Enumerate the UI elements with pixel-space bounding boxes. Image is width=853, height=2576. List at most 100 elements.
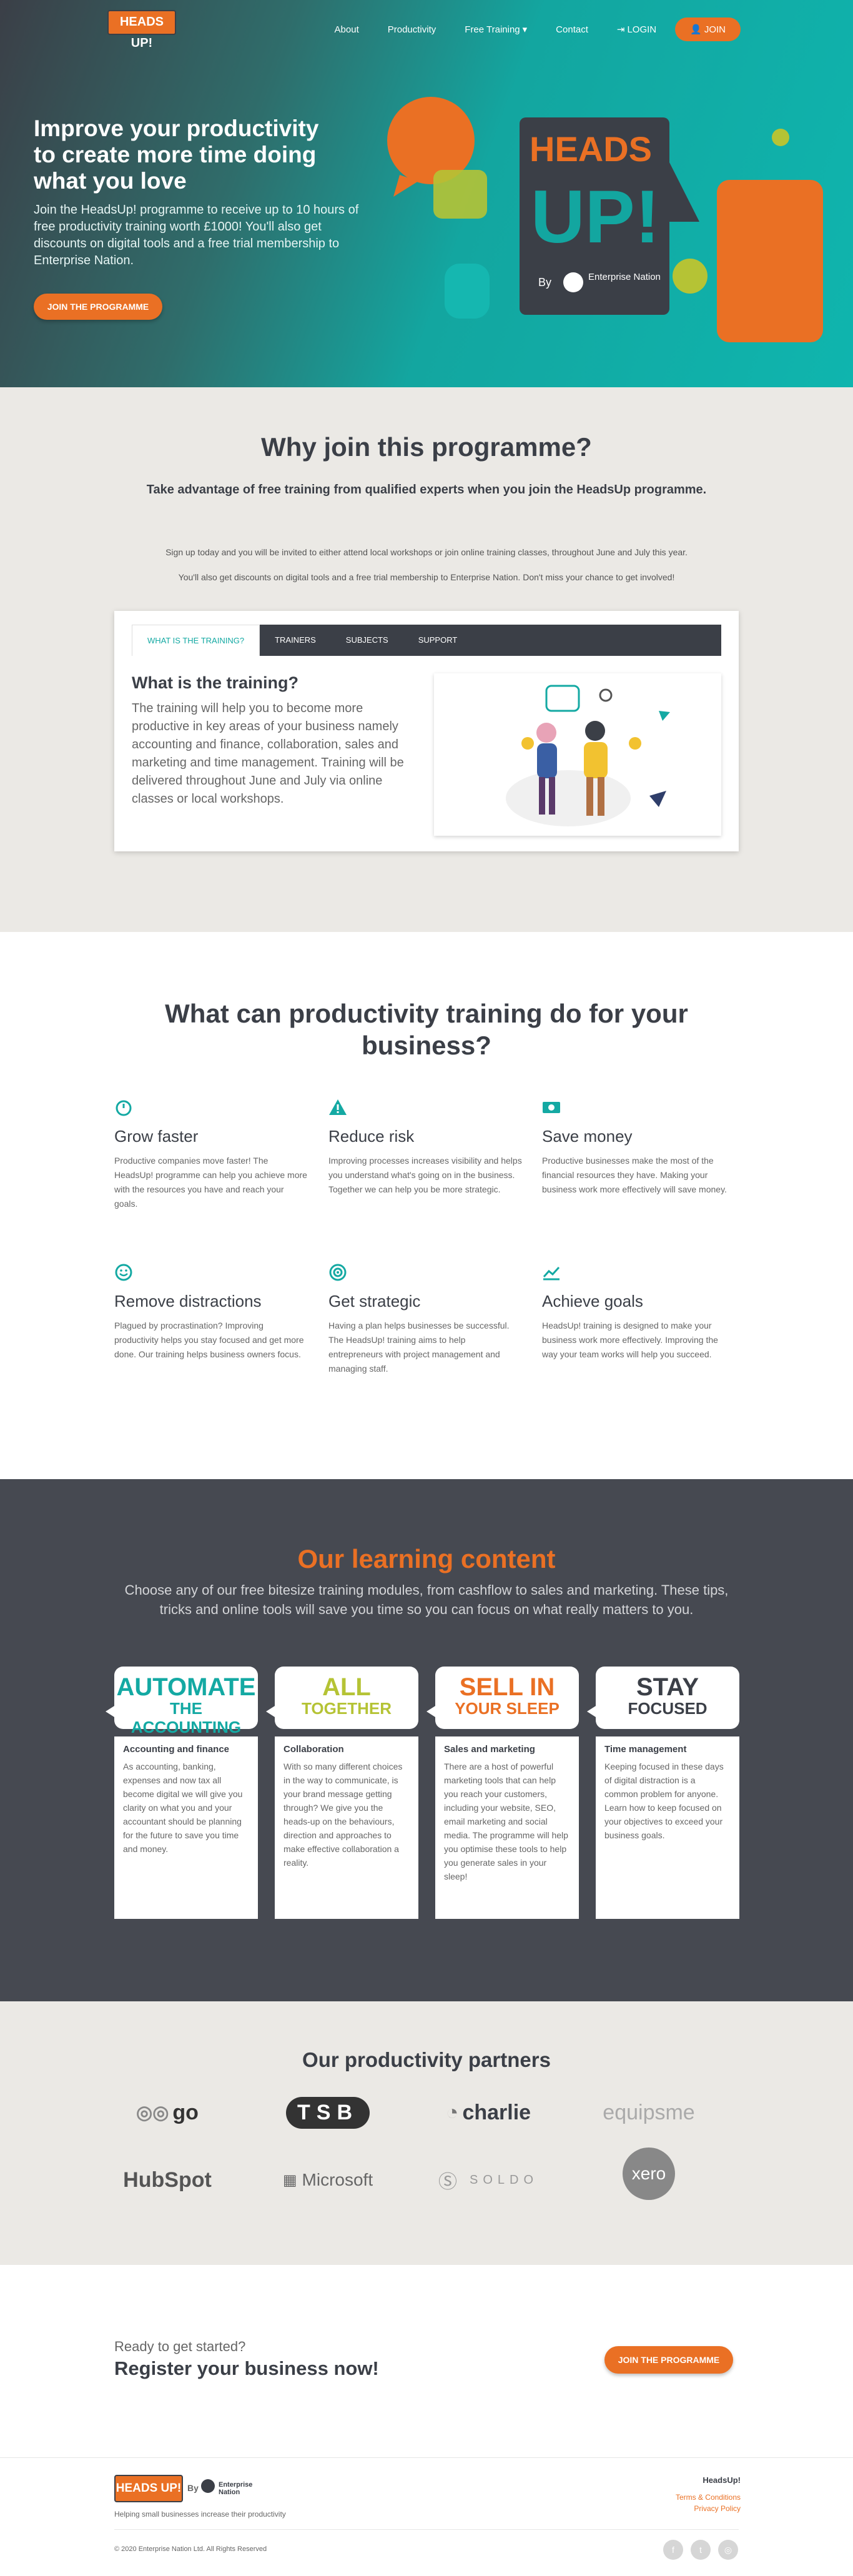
partners-section: Our productivity partners ◎◎ go TSB ◔ char… xyxy=(0,2001,853,2265)
partner-logo-go[interactable]: ◎◎ go xyxy=(114,2094,220,2131)
partner-name: Microsoft xyxy=(302,2170,373,2189)
badge-by-text: By xyxy=(538,276,551,289)
hero-subtitle: Join the HeadsUp! programme to receive u… xyxy=(34,203,359,267)
join-label: JOIN xyxy=(704,24,726,35)
footer-terms-link[interactable]: Terms & Conditions xyxy=(676,2493,741,2502)
partner-name: TSB xyxy=(286,2096,370,2129)
learning-card-title: Time management xyxy=(604,1744,687,1755)
nav-free-training[interactable]: Free Training ▾ xyxy=(465,24,527,36)
partner-name: go xyxy=(172,2100,199,2124)
footer-privacy-link[interactable]: Privacy Policy xyxy=(694,2504,741,2513)
footer-tagline: Helping small businesses increase their … xyxy=(114,2510,286,2519)
stopwatch-icon xyxy=(114,1098,133,1117)
tab-what-is-training[interactable]: WHAT IS THE TRAINING? xyxy=(132,625,260,656)
tab-subjects[interactable]: SUBJECTS xyxy=(331,625,403,656)
partner-name: HubSpot xyxy=(123,2167,212,2192)
badge-small: YOUR SLEEP xyxy=(455,1699,560,1718)
footer-divider xyxy=(114,2529,739,2530)
partner-name: xero xyxy=(623,2147,675,2200)
footer-heading: HeadsUp! xyxy=(703,2475,741,2485)
facebook-icon[interactable]: f xyxy=(663,2540,683,2560)
learning-card-title: Accounting and finance xyxy=(123,1744,230,1755)
learning-card-title: Collaboration xyxy=(284,1744,344,1755)
why-para-2: You'll also get discounts on digital too… xyxy=(178,572,675,582)
feature-title: Get strategic xyxy=(328,1292,421,1310)
learning-card-title: Sales and marketing xyxy=(444,1744,535,1755)
nav-about[interactable]: About xyxy=(335,24,359,35)
learning-intro: Choose any of our free bitesize training… xyxy=(124,1582,729,1617)
twitter-icon[interactable]: t xyxy=(691,2540,711,2560)
chart-up-icon xyxy=(542,1263,561,1282)
training-illustration xyxy=(434,673,721,836)
learning-card-accounting[interactable]: AUTOMATE THE ACCOUNTING Accounting and fi… xyxy=(106,1667,258,1919)
headsup-logo[interactable]: HEADS UP! xyxy=(107,10,176,50)
login-label: LOGIN xyxy=(627,24,657,35)
feature-title: Achieve goals xyxy=(542,1292,643,1310)
training-text: The training will help you to become mor… xyxy=(132,701,404,806)
feature-text: Plagued by procrastination? Improving pr… xyxy=(114,1320,304,1359)
badge-small: FOCUSED xyxy=(628,1699,708,1718)
partner-logo-equipsme[interactable]: equipsme xyxy=(596,2094,702,2131)
learning-badge: AUTOMATE THE ACCOUNTING xyxy=(106,1667,258,1736)
badge-heads-text: HEADS xyxy=(530,129,652,169)
learning-section: Our learning content Choose any of our f… xyxy=(0,1479,853,2001)
partner-logo-tsb[interactable]: TSB xyxy=(275,2094,381,2131)
footer-partner: Enterprise Nation xyxy=(219,2481,253,2496)
hero-title: Improve your productivity to create more… xyxy=(34,116,358,194)
login-icon: ⇥ xyxy=(616,24,625,35)
feature-grow-faster: Grow faster Productive companies move fa… xyxy=(114,1098,308,1211)
hero-join-button[interactable]: JOIN THE PROGRAMME xyxy=(34,294,162,320)
user-plus-icon: 👤 xyxy=(690,24,702,35)
money-icon xyxy=(542,1098,561,1117)
badge-big: ALL xyxy=(322,1673,371,1701)
feature-save-money: Save money Productive businesses make th… xyxy=(542,1098,736,1197)
badge-small: THE ACCOUNTING xyxy=(131,1699,242,1736)
enterprise-nation-icon xyxy=(201,2479,215,2493)
feature-text: Having a plan helps businesses be succes… xyxy=(328,1320,510,1374)
learning-badge: STAY FOCUSED xyxy=(587,1667,739,1729)
tab-support[interactable]: SUPPORT xyxy=(403,625,473,656)
footer-copyright: © 2020 Enterprise Nation Ltd. All Rights… xyxy=(114,2545,267,2553)
warning-icon xyxy=(328,1098,347,1117)
feature-title: Remove distractions xyxy=(114,1292,262,1310)
hero-illustration: HEADS UP! By Enterprise Nation xyxy=(387,97,823,342)
charlie-mark-icon: ◔ xyxy=(445,2100,459,2124)
learning-card-sales[interactable]: SELL IN YOUR SLEEP Sales and marketing Th… xyxy=(426,1667,579,1919)
nav-productivity[interactable]: Productivity xyxy=(388,24,436,35)
feature-achieve-goals: Achieve goals HeadsUp! training is desig… xyxy=(542,1263,736,1362)
partner-logo-charlie[interactable]: ◔ charlie xyxy=(435,2094,541,2131)
footer: HEADS UP! By Enterprise Nation Helping s… xyxy=(0,2457,853,2576)
feature-remove-distractions: Remove distractions Plagued by procrasti… xyxy=(114,1263,308,1362)
partner-logo-xero[interactable]: xero xyxy=(596,2147,702,2200)
training-card: WHAT IS THE TRAINING? TRAINERS SUBJECTS … xyxy=(114,611,739,851)
partner-logo-microsoft[interactable]: ▦ Microsoft xyxy=(275,2161,381,2199)
join-button[interactable]: 👤 JOIN xyxy=(675,17,741,41)
learning-card-body: Collaboration With so many different cho… xyxy=(275,1736,418,1919)
partner-name: equipsme xyxy=(603,2100,695,2124)
learning-card-text: There are a host of powerful marketing t… xyxy=(444,1761,568,1881)
partner-name: charlie xyxy=(462,2100,531,2124)
badge-partner-text: Enterprise Nation xyxy=(588,272,661,282)
learning-badge: SELL IN YOUR SLEEP xyxy=(426,1667,579,1729)
cta-join-button[interactable]: JOIN THE PROGRAMME xyxy=(604,2346,733,2374)
instagram-icon[interactable]: ◎ xyxy=(718,2540,738,2560)
login-link[interactable]: ⇥ LOGIN xyxy=(616,24,657,36)
training-tabs: WHAT IS THE TRAINING? TRAINERS SUBJECTS … xyxy=(132,625,721,656)
badge-up-text: UP! xyxy=(531,175,660,259)
learning-card-collaboration[interactable]: ALL TOGETHER Collaboration With so many d… xyxy=(266,1667,418,1919)
why-para-1: Sign up today and you will be invited to… xyxy=(165,547,688,557)
partner-logo-hubspot[interactable]: HubSpot xyxy=(114,2161,220,2199)
footer-by: By xyxy=(187,2483,199,2493)
nav-contact[interactable]: Contact xyxy=(556,24,588,35)
why-heading: Why join this programme? xyxy=(261,432,592,462)
feature-text: HeadsUp! training is designed to make yo… xyxy=(542,1320,718,1359)
hero-title-line1: Improve your productivity xyxy=(34,116,319,141)
feature-text: Improving processes increases visibility… xyxy=(328,1156,522,1194)
tab-trainers[interactable]: TRAINERS xyxy=(260,625,331,656)
partner-logo-soldo[interactable]: Ⓢ SOLDO xyxy=(435,2161,541,2199)
soldo-mark-icon: Ⓢ xyxy=(438,2172,462,2192)
footer-logo[interactable]: HEADS UP! xyxy=(114,2475,183,2502)
learning-card-time[interactable]: STAY FOCUSED Time management Keeping focu… xyxy=(587,1667,739,1919)
learning-card-body: Time management Keeping focused in these… xyxy=(596,1736,739,1919)
productivity-heading: What can productivity training do for yo… xyxy=(165,999,688,1060)
